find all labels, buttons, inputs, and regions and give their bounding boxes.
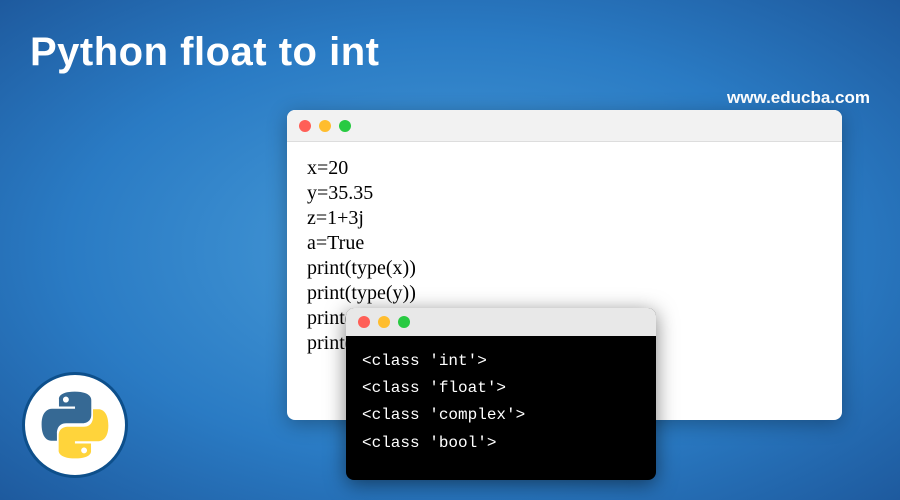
- terminal-window: <class 'int'> <class 'float'> <class 'co…: [346, 308, 656, 480]
- minimize-icon: [378, 316, 390, 328]
- close-icon: [358, 316, 370, 328]
- page-title: Python float to int: [30, 30, 379, 75]
- close-icon: [299, 120, 311, 132]
- terminal-titlebar: [346, 308, 656, 336]
- minimize-icon: [319, 120, 331, 132]
- code-window-titlebar: [287, 110, 842, 142]
- logo-badge: [22, 372, 128, 478]
- maximize-icon: [339, 120, 351, 132]
- python-logo-icon: [40, 390, 110, 460]
- terminal-output: <class 'int'> <class 'float'> <class 'co…: [346, 336, 656, 469]
- watermark-url: www.educba.com: [727, 88, 870, 108]
- maximize-icon: [398, 316, 410, 328]
